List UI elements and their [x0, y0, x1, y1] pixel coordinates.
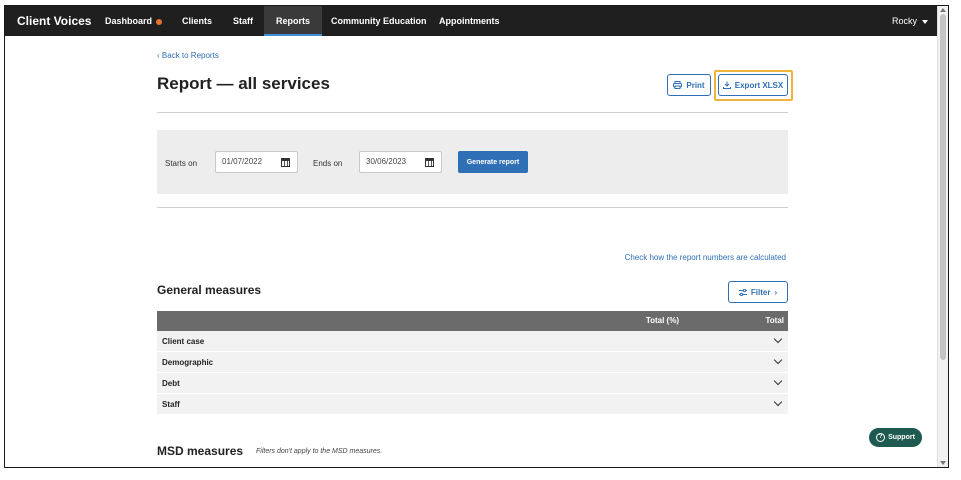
- support-label: Support: [888, 434, 915, 441]
- msd-filter-note: Filters don't apply to the MSD measures.: [256, 448, 383, 455]
- row-label: Demographic: [162, 358, 214, 367]
- chevron-down-icon[interactable]: [773, 397, 783, 407]
- calculation-help-link[interactable]: Check how the report numbers are calcula…: [625, 253, 786, 262]
- chevron-down-icon[interactable]: [773, 334, 783, 344]
- notification-dot: [156, 18, 163, 25]
- support-button[interactable]: ? Support: [869, 428, 922, 447]
- chevron-down-icon[interactable]: [773, 376, 783, 386]
- nav-item-label: Dashboard: [105, 16, 153, 26]
- column-header-total: Total: [765, 316, 784, 325]
- calendar-icon[interactable]: [425, 158, 434, 167]
- print-label: Print: [686, 80, 705, 90]
- page-title: Report — all services: [157, 74, 330, 93]
- filter-label: Filter: [750, 287, 771, 297]
- starts-on-label: Starts on: [165, 159, 198, 168]
- scrollbar[interactable]: [937, 6, 948, 467]
- chevron-right-icon: ›: [774, 287, 778, 297]
- table-row-client-case[interactable]: Client case: [157, 331, 788, 352]
- export-xlsx-button[interactable]: Export XLSX: [718, 74, 788, 96]
- export-label: Export XLSX: [734, 80, 784, 90]
- scroll-thumb[interactable]: [940, 14, 946, 360]
- help-icon: ?: [876, 433, 886, 442]
- scroll-down-icon[interactable]: [940, 461, 946, 465]
- filter-button[interactable]: Filter ›: [728, 281, 788, 303]
- download-icon: [722, 81, 731, 89]
- print-button[interactable]: Print: [667, 74, 711, 96]
- column-header-total-percent: Total (%): [645, 316, 679, 325]
- msd-measures-heading: MSD measures: [157, 444, 244, 458]
- table-row-demographic[interactable]: Demographic: [157, 352, 788, 373]
- chevron-left-icon: ‹: [157, 51, 160, 60]
- general-measures-heading: General measures: [157, 283, 262, 297]
- nav-item-reports[interactable]: Reports: [264, 6, 323, 36]
- caret-down-icon: [922, 19, 928, 24]
- nav-item-clients[interactable]: Clients: [182, 6, 212, 36]
- scroll-up-icon[interactable]: [940, 8, 946, 12]
- nav-item-community-education[interactable]: Community Education: [331, 6, 427, 36]
- sliders-icon: [738, 288, 747, 296]
- calendar-icon[interactable]: [281, 158, 290, 167]
- nav-item-staff[interactable]: Staff: [233, 6, 253, 36]
- measures-table-header: Total (%) Total: [157, 311, 788, 331]
- back-link[interactable]: ‹ Back to Reports: [157, 51, 219, 60]
- row-label: Client case: [162, 337, 205, 346]
- divider: [157, 112, 788, 113]
- row-label: Staff: [162, 400, 180, 409]
- row-label: Debt: [162, 379, 180, 388]
- user-menu[interactable]: Rocky: [892, 6, 928, 36]
- generate-report-button[interactable]: Generate report: [458, 151, 528, 173]
- app-window: Client Voices Dashboard Clients Staff Re…: [4, 5, 949, 468]
- printer-icon: [673, 81, 683, 89]
- divider: [157, 207, 788, 208]
- table-row-staff[interactable]: Staff: [157, 394, 788, 415]
- user-name: Rocky: [891, 16, 917, 26]
- chevron-down-icon[interactable]: [773, 355, 783, 365]
- table-row-debt[interactable]: Debt: [157, 373, 788, 394]
- nav-item-appointments[interactable]: Appointments: [439, 6, 500, 36]
- top-nav: Client Voices Dashboard Clients Staff Re…: [5, 6, 938, 36]
- ends-on-label: Ends on: [313, 159, 343, 168]
- nav-item-dashboard[interactable]: Dashboard: [105, 6, 163, 36]
- brand-logo[interactable]: Client Voices: [17, 6, 91, 36]
- back-link-label: Back to Reports: [161, 51, 219, 60]
